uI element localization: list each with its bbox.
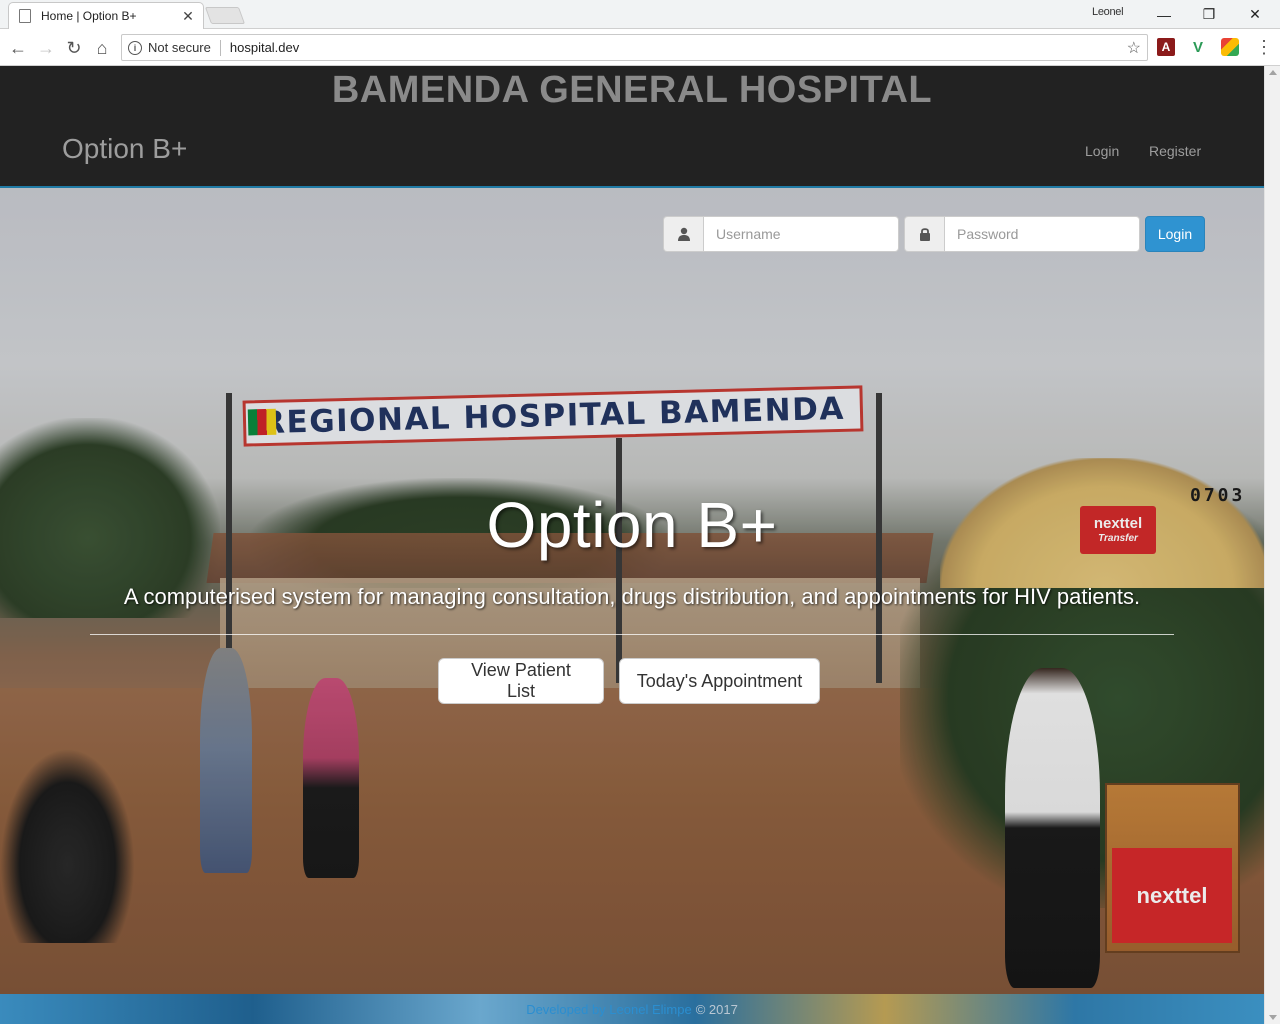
browser-tabstrip: Home | Option B+ ✕ Leonel — ❐ ✕: [0, 0, 1280, 29]
home-icon[interactable]: ⌂: [90, 36, 114, 60]
hero-divider: [90, 634, 1174, 635]
username-group: [663, 216, 899, 252]
site-footer: Developed by Leonel Elimpe © 2017: [0, 994, 1264, 1024]
google-extension-icon[interactable]: [1221, 38, 1239, 56]
username-input[interactable]: [703, 216, 899, 252]
reload-icon[interactable]: ↻: [62, 36, 86, 60]
new-tab-button[interactable]: [204, 7, 246, 24]
back-icon[interactable]: ←: [6, 36, 30, 60]
pdf-extension-icon[interactable]: A: [1157, 38, 1175, 56]
hero-subtitle: A computerised system for managing consu…: [123, 584, 1141, 609]
vue-extension-icon[interactable]: V: [1189, 38, 1207, 56]
address-bar[interactable]: i Not secure hospital.dev ☆: [121, 34, 1148, 61]
password-input[interactable]: [944, 216, 1140, 252]
lock-icon: [904, 216, 944, 252]
nav-login-link[interactable]: Login: [1085, 143, 1119, 159]
browser-toolbar: ← → ↻ ⌂ i Not secure hospital.dev ☆ A V …: [0, 29, 1280, 66]
profile-name[interactable]: Leonel: [1092, 6, 1124, 18]
user-icon: [663, 216, 703, 252]
hero-section: REGIONAL HOSPITAL BAMENDA 0703 nexttel T…: [0, 188, 1264, 994]
brand-link[interactable]: Option B+: [62, 133, 187, 165]
close-tab-icon[interactable]: ✕: [181, 8, 195, 25]
close-window-icon[interactable]: ✕: [1232, 0, 1278, 29]
password-group: [904, 216, 1140, 252]
info-icon[interactable]: i: [128, 40, 142, 55]
site-navbar: BAMENDA GENERAL HOSPITAL Option B+ Login…: [0, 66, 1264, 188]
omnibox-divider: [219, 39, 221, 56]
login-form: Login: [663, 216, 1205, 252]
page-icon: [19, 9, 31, 23]
browser-tab[interactable]: Home | Option B+ ✕: [8, 2, 204, 29]
page-viewport: BAMENDA GENERAL HOSPITAL Option B+ Login…: [0, 66, 1264, 1024]
login-button[interactable]: Login: [1145, 216, 1205, 252]
browser-menu-icon[interactable]: ⋮: [1255, 36, 1273, 58]
copyright-text: © 2017: [695, 1001, 738, 1017]
restore-icon[interactable]: ❐: [1186, 0, 1232, 29]
developer-credit[interactable]: Developed by Leonel Elimpe: [526, 1002, 692, 1017]
hero-title: Option B+: [486, 489, 778, 561]
hospital-name: BAMENDA GENERAL HOSPITAL: [331, 69, 933, 111]
url-text[interactable]: hospital.dev: [230, 40, 1127, 55]
nav-register-link[interactable]: Register: [1149, 143, 1201, 159]
security-label[interactable]: Not secure: [148, 40, 211, 55]
forward-icon[interactable]: →: [34, 36, 58, 60]
view-patient-list-button[interactable]: View Patient List: [438, 658, 604, 704]
page-scrollbar[interactable]: [1264, 66, 1280, 1024]
todays-appointment-button[interactable]: Today's Appointment: [619, 658, 820, 704]
minimize-icon[interactable]: —: [1141, 0, 1187, 29]
bookmark-star-icon[interactable]: ☆: [1127, 38, 1141, 58]
scroll-down-icon[interactable]: [1269, 1015, 1277, 1020]
scroll-up-icon[interactable]: [1269, 70, 1277, 75]
tab-title: Home | Option B+: [41, 9, 137, 23]
